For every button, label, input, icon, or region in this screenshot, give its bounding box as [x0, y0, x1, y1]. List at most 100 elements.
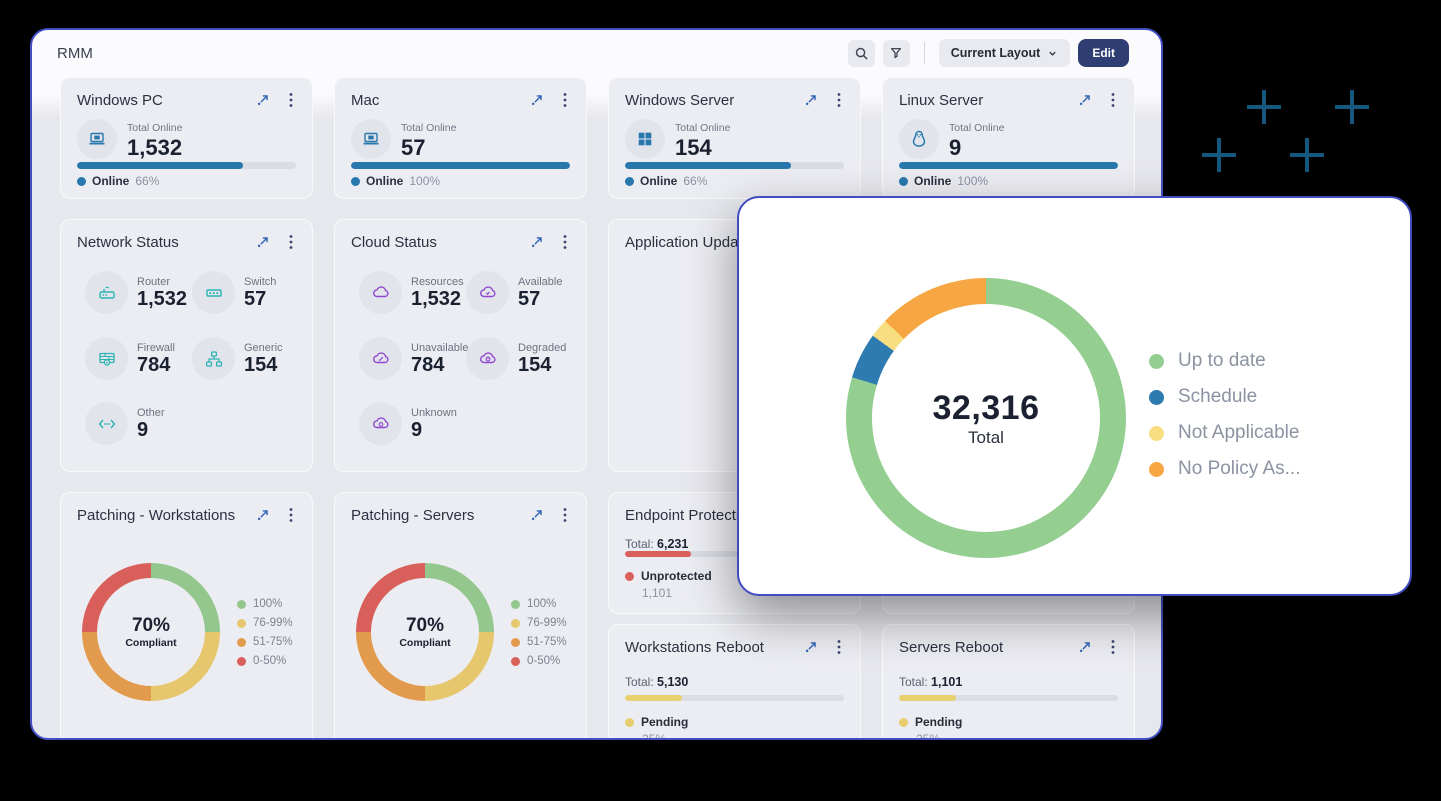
item-label: Degraded [518, 342, 566, 354]
legend-dot [237, 638, 246, 647]
kebab-menu-button[interactable] [830, 91, 848, 109]
expand-icon [530, 93, 544, 107]
online-dot [351, 177, 360, 186]
card-workstations-reboot: Workstations Reboot Total: 5,130 Pending… [608, 624, 861, 740]
expand-icon [1078, 640, 1092, 654]
filter-button[interactable] [883, 40, 910, 67]
online-percent: 100% [957, 174, 988, 188]
legend-dot [1149, 390, 1164, 405]
kebab-menu-button[interactable] [830, 638, 848, 656]
filter-icon [889, 46, 903, 60]
kebab-menu-button[interactable] [556, 233, 574, 251]
kebab-icon [289, 234, 293, 250]
legend-label: 76-99% [527, 617, 567, 629]
metric-value: 154 [675, 135, 712, 160]
donut-center-value: 32,316 [933, 389, 1040, 428]
metric-label: Total Online [949, 122, 1004, 134]
legend-dot [237, 600, 246, 609]
legend-dot [511, 638, 520, 647]
status-label: Pending [641, 715, 688, 729]
status-label: Unprotected [641, 569, 712, 583]
expand-button[interactable] [528, 233, 546, 251]
legend-label: 0-50% [253, 655, 286, 667]
network-item-firewall: Firewall784 [85, 337, 175, 380]
cloud-check-icon [466, 271, 509, 314]
legend-dot [511, 619, 520, 628]
expand-icon [256, 235, 270, 249]
item-value: 154 [244, 354, 283, 376]
legend-label: 76-99% [253, 617, 293, 629]
status-row: Pending [625, 715, 688, 729]
kebab-menu-button[interactable] [1104, 638, 1122, 656]
metric-value: 57 [401, 135, 425, 160]
edit-button[interactable]: Edit [1078, 39, 1129, 67]
header-controls: Current Layout Edit [848, 39, 1129, 67]
expand-button[interactable] [254, 91, 272, 109]
kebab-menu-button[interactable] [282, 233, 300, 251]
cloud-warning-icon [466, 337, 509, 380]
layout-dropdown[interactable]: Current Layout [939, 39, 1071, 67]
status-dot [625, 718, 634, 727]
kebab-icon [289, 507, 293, 523]
kebab-menu-button[interactable] [282, 506, 300, 524]
legend-label: Up to date [1178, 350, 1266, 372]
item-label: Firewall [137, 342, 175, 354]
status-value: 1,101 [642, 586, 672, 600]
online-dot [77, 177, 86, 186]
network-tree-icon [192, 337, 235, 380]
status-dot [899, 718, 908, 727]
plus-decoration [1202, 138, 1236, 172]
windows-logo-icon [625, 119, 665, 159]
header-divider [924, 42, 925, 64]
expand-button[interactable] [254, 233, 272, 251]
donut-legend: Up to date Schedule Not Applicable No Po… [1149, 350, 1301, 480]
kebab-menu-button[interactable] [556, 506, 574, 524]
code-brackets-icon [85, 402, 128, 445]
patch-status-popup: 32,316 Total Up to date Schedule Not App… [737, 196, 1412, 596]
expand-button[interactable] [254, 506, 272, 524]
card-title: Cloud Status [351, 234, 437, 251]
search-button[interactable] [848, 40, 875, 67]
status-progress-bar [899, 695, 1118, 701]
card-mac: Mac Total Online 57 Online 100% [334, 77, 587, 199]
legend-label: 51-75% [527, 636, 567, 648]
expand-button[interactable] [528, 91, 546, 109]
network-item-generic: Generic154 [192, 337, 283, 380]
legend-dot [511, 657, 520, 666]
expand-button[interactable] [1076, 91, 1094, 109]
item-label: Other [137, 407, 165, 419]
card-network-status: Network Status Router1,532 Switch57 Fire… [60, 219, 313, 472]
card-title: Patching - Servers [351, 507, 474, 524]
donut-legend: 100% 76-99% 51-75% 0-50% [511, 598, 567, 667]
expand-button[interactable] [528, 506, 546, 524]
cloud-slash-icon [359, 337, 402, 380]
online-percent: 66% [683, 174, 707, 188]
legend-label: Schedule [1178, 386, 1257, 408]
metric-value: 1,532 [127, 135, 182, 160]
donut-center-label: Compliant [125, 637, 176, 649]
item-label: Unknown [411, 407, 457, 419]
status-dot [625, 572, 634, 581]
online-label: Online [914, 174, 951, 188]
card-patching-workstations: Patching - Workstations 70% Compliant 10… [60, 492, 313, 740]
page-title: RMM [57, 45, 93, 62]
legend-dot [1149, 462, 1164, 477]
network-item-router: Router1,532 [85, 271, 187, 314]
total-value: 5,130 [657, 675, 688, 689]
expand-button[interactable] [1076, 638, 1094, 656]
switch-icon [192, 271, 235, 314]
kebab-menu-button[interactable] [282, 91, 300, 109]
plus-decoration [1290, 138, 1324, 172]
metric-label: Total Online [127, 122, 182, 134]
online-progress-bar [77, 162, 296, 169]
expand-button[interactable] [802, 91, 820, 109]
card-patching-servers: Patching - Servers 70% Compliant 100% 76… [334, 492, 587, 740]
cloud-icon [359, 271, 402, 314]
cloud-item-degraded: Degraded154 [466, 337, 566, 380]
online-dot [899, 177, 908, 186]
kebab-menu-button[interactable] [1104, 91, 1122, 109]
item-value: 57 [518, 288, 562, 310]
card-title: Linux Server [899, 92, 983, 109]
expand-button[interactable] [802, 638, 820, 656]
kebab-menu-button[interactable] [556, 91, 574, 109]
